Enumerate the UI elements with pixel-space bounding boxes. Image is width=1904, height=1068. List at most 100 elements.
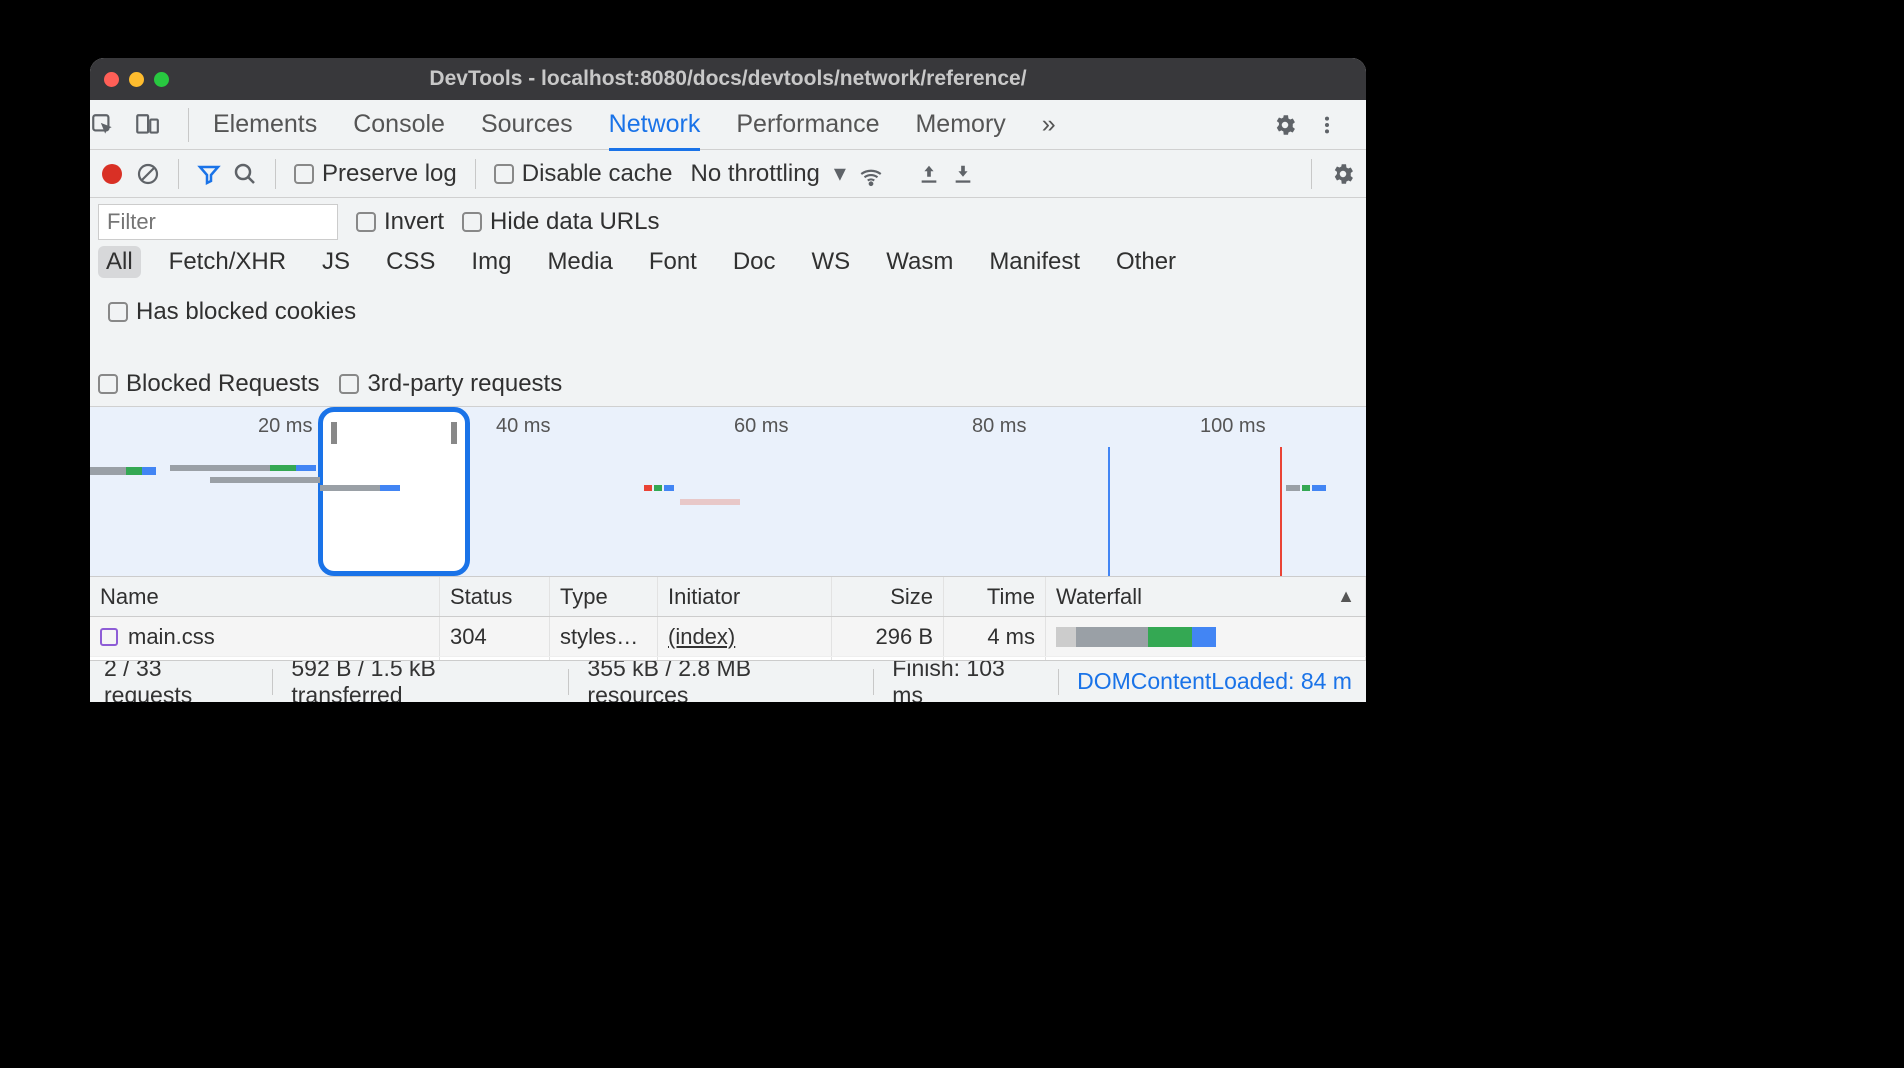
panel-tabbar: Elements Console Sources Network Perform… — [90, 100, 1366, 150]
col-type[interactable]: Type — [550, 577, 658, 616]
overview-bar — [1302, 485, 1310, 491]
overview-bar — [380, 485, 400, 491]
tab-network[interactable]: Network — [609, 110, 701, 151]
col-status[interactable]: Status — [440, 577, 550, 616]
overview-bar — [644, 485, 652, 491]
sort-indicator-icon: ▲ — [1337, 586, 1355, 607]
overview-timeline[interactable]: 20 ms 40 ms 60 ms 80 ms 100 ms — [90, 407, 1366, 577]
table-row[interactable]: main.css 304 styles… (index) 296 B 4 ms — [90, 617, 1366, 657]
type-fetchxhr[interactable]: Fetch/XHR — [161, 246, 294, 278]
separator — [188, 108, 189, 142]
invert-checkbox[interactable]: Invert — [356, 208, 444, 236]
col-initiator[interactable]: Initiator — [658, 577, 832, 616]
timeline-tick: 80 ms — [972, 415, 1026, 438]
col-waterfall[interactable]: Waterfall ▲ — [1046, 577, 1366, 616]
overview-bar — [210, 477, 320, 483]
tab-memory[interactable]: Memory — [915, 110, 1005, 139]
status-requests: 2 / 33 requests — [104, 660, 254, 702]
type-media[interactable]: Media — [539, 246, 620, 278]
overview-selection[interactable] — [318, 407, 470, 576]
filter-toggle-icon[interactable] — [197, 162, 221, 186]
col-waterfall-label: Waterfall — [1056, 584, 1142, 610]
domcontentloaded-marker — [1108, 447, 1110, 576]
import-har-icon[interactable] — [918, 163, 940, 185]
has-blocked-cookies-checkbox[interactable]: Has blocked cookies — [108, 298, 356, 326]
inspect-element-icon[interactable] — [90, 112, 134, 138]
overview-bar — [90, 467, 126, 475]
timeline-tick: 40 ms — [496, 415, 550, 438]
network-conditions-icon[interactable] — [858, 161, 884, 187]
type-all[interactable]: All — [98, 246, 141, 278]
overview-bar — [664, 485, 674, 491]
invert-label: Invert — [384, 208, 444, 236]
devtools-window: DevTools - localhost:8080/docs/devtools/… — [90, 58, 1366, 702]
overview-bar — [680, 499, 740, 505]
type-ws[interactable]: WS — [804, 246, 859, 278]
throttling-select[interactable]: No throttling ▾ — [690, 159, 845, 188]
request-time: 4 ms — [944, 617, 1046, 656]
selection-handle-right[interactable] — [451, 422, 457, 444]
col-size[interactable]: Size — [832, 577, 944, 616]
tab-console[interactable]: Console — [353, 110, 445, 139]
overview-bar — [296, 465, 316, 471]
blocked-req-label: Blocked Requests — [126, 370, 319, 398]
type-other[interactable]: Other — [1108, 246, 1184, 278]
disable-cache-checkbox[interactable]: Disable cache — [494, 160, 673, 188]
third-party-label: 3rd-party requests — [367, 370, 562, 398]
col-time[interactable]: Time — [944, 577, 1046, 616]
request-type: styles… — [550, 617, 658, 656]
search-icon[interactable] — [233, 162, 257, 186]
window-title: DevTools - localhost:8080/docs/devtools/… — [90, 67, 1366, 91]
request-type-filters: All Fetch/XHR JS CSS Img Media Font Doc … — [90, 242, 1366, 407]
more-menu-icon[interactable] — [1316, 114, 1360, 136]
export-har-icon[interactable] — [952, 163, 974, 185]
panel-tabs: Elements Console Sources Network Perform… — [213, 110, 1056, 139]
filter-row: Invert Hide data URLs — [90, 198, 1366, 242]
preserve-log-checkbox[interactable]: Preserve log — [294, 160, 457, 188]
titlebar: DevTools - localhost:8080/docs/devtools/… — [90, 58, 1366, 100]
clear-button[interactable] — [136, 162, 160, 186]
blocked-requests-checkbox[interactable]: Blocked Requests — [98, 370, 319, 398]
type-img[interactable]: Img — [463, 246, 519, 278]
tab-performance[interactable]: Performance — [736, 110, 879, 139]
type-wasm[interactable]: Wasm — [878, 246, 961, 278]
overview-bar — [142, 467, 156, 475]
overview-bar — [320, 485, 380, 491]
type-js[interactable]: JS — [314, 246, 358, 278]
settings-icon[interactable] — [1272, 112, 1316, 138]
third-party-checkbox[interactable]: 3rd-party requests — [339, 370, 562, 398]
tabs-overflow[interactable]: » — [1042, 110, 1056, 139]
timeline-tick: 60 ms — [734, 415, 788, 438]
hide-data-urls-checkbox[interactable]: Hide data URLs — [462, 208, 659, 236]
status-bar: 2 / 33 requests 592 B / 1.5 kB transferr… — [90, 660, 1366, 702]
request-initiator-link[interactable]: (index) — [668, 624, 735, 650]
type-doc[interactable]: Doc — [725, 246, 784, 278]
record-button[interactable] — [100, 162, 124, 186]
request-name: main.css — [128, 624, 215, 650]
selection-handle-left[interactable] — [331, 422, 337, 444]
throttling-label: No throttling — [690, 160, 819, 188]
overview-bar — [170, 465, 270, 471]
network-toolbar: Preserve log Disable cache No throttling… — [90, 150, 1366, 198]
filter-input[interactable] — [98, 204, 338, 240]
status-domcontentloaded: DOMContentLoaded: 84 m — [1077, 668, 1352, 695]
has-blocked-label: Has blocked cookies — [136, 298, 356, 326]
table-header: Name Status Type Initiator Size Time Wat… — [90, 577, 1366, 617]
type-css[interactable]: CSS — [378, 246, 443, 278]
network-settings-icon[interactable] — [1330, 161, 1356, 187]
type-font[interactable]: Font — [641, 246, 705, 278]
col-name[interactable]: Name — [90, 577, 440, 616]
type-manifest[interactable]: Manifest — [981, 246, 1088, 278]
overview-bar — [1312, 485, 1326, 491]
tab-sources[interactable]: Sources — [481, 110, 573, 139]
overview-bar — [654, 485, 662, 491]
overview-bar — [126, 467, 142, 475]
stylesheet-file-icon — [100, 628, 118, 646]
status-resources: 355 kB / 2.8 MB resources — [587, 660, 855, 702]
status-finish: Finish: 103 ms — [892, 660, 1040, 702]
device-toolbar-icon[interactable] — [134, 112, 178, 138]
chevron-down-icon: ▾ — [834, 159, 846, 188]
tab-elements[interactable]: Elements — [213, 110, 317, 139]
preserve-log-label: Preserve log — [322, 160, 457, 188]
hide-data-label: Hide data URLs — [490, 208, 659, 236]
